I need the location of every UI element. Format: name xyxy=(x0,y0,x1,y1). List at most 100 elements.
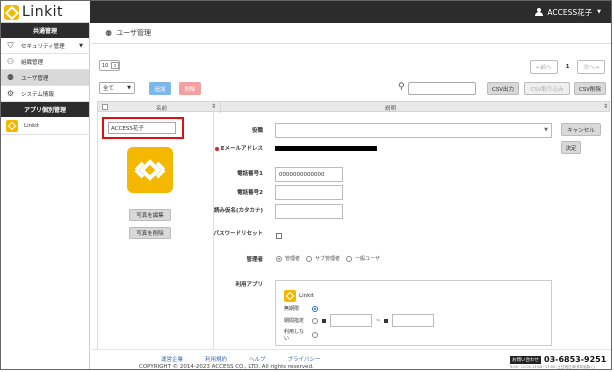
phone2-label: 電話番号2 xyxy=(237,190,263,196)
app-window: Linkit ACCESS花子 ▼ 共通管理 ⛉ セキュリティ管理 ▼ ⚇ 組織… xyxy=(0,0,612,370)
not-use-label: 利用しない xyxy=(284,329,305,342)
next-page-button[interactable]: 次へ→ xyxy=(577,60,605,74)
cancel-button[interactable]: キャンセル xyxy=(561,123,601,136)
contact-tag: お問い合わせ xyxy=(510,355,541,364)
unlimited-label: 無期限 xyxy=(284,306,300,312)
shield-icon: ⛉ xyxy=(7,41,14,50)
sort-icon[interactable]: ⇕ xyxy=(211,103,216,110)
admin-option-label: 管理者 xyxy=(285,256,301,262)
select-all-checkbox[interactable] xyxy=(102,104,108,110)
linkit-app-icon xyxy=(6,119,18,132)
linkit-logo-icon xyxy=(4,4,19,20)
period-radio[interactable] xyxy=(312,317,318,324)
user-photo xyxy=(127,147,173,193)
per-page-value: 10 xyxy=(102,62,109,69)
email-value-redacted xyxy=(275,146,377,151)
delete-photo-button[interactable]: 写真を削除 xyxy=(129,227,171,239)
user-menu[interactable]: ACCESS花子 ▼ xyxy=(535,1,601,23)
user-icon: ⚉ xyxy=(105,28,113,38)
top-header: Linkit ACCESS花子 ▼ xyxy=(1,1,611,23)
column-description[interactable]: 説明 xyxy=(385,104,396,112)
name-field-highlight: ACCESS花子 xyxy=(102,117,184,139)
sidebar-item-linkit[interactable]: Linkit xyxy=(1,117,89,135)
confirm-button[interactable]: 決定 xyxy=(561,141,581,154)
general-user-option-label: 一般ユーザ xyxy=(355,256,380,262)
system-icon: ⚙ xyxy=(6,89,15,98)
unlimited-radio[interactable] xyxy=(312,305,318,312)
not-use-radio[interactable] xyxy=(312,332,318,338)
footer-link-privacy[interactable]: プライバシー xyxy=(288,355,321,363)
footer-links: 運営企業 利用規約 ヘルプ プライバシー xyxy=(161,355,320,363)
role-select[interactable]: ▼ xyxy=(275,123,552,138)
filter-select[interactable]: 全て ▼ xyxy=(99,82,135,94)
phone1-label: 電話番号1 xyxy=(237,171,263,177)
kana-input[interactable] xyxy=(275,204,343,219)
period-row: 期間指定 ~ xyxy=(284,314,435,327)
kana-label: 読み仮名(カタカナ) xyxy=(213,208,263,214)
apps-label: 利用アプリ xyxy=(235,282,263,288)
footer-link-help[interactable]: ヘルプ xyxy=(249,355,266,363)
password-reset-checkbox[interactable] xyxy=(276,233,282,239)
csv-delete-button[interactable]: CSV削除 xyxy=(574,82,606,95)
linkit-logo-icon xyxy=(134,159,166,181)
per-page-select[interactable]: 10 ⇕ xyxy=(99,60,120,71)
calendar-icon xyxy=(322,318,326,323)
column-name[interactable]: 名前 xyxy=(156,104,167,112)
contact-info: お問い合わせ 03-6853-9251 xyxy=(510,355,606,364)
app-assignment-box: Linkit 無期限 期間指定 ~ 利用しない xyxy=(275,280,552,346)
email-label-text: Eメールアドレス xyxy=(220,146,263,152)
main-content: ⚉ ユーザ管理 10 ⇕ ←前へ 1 次へ→ 全て ▼ 追加 削除 ⚲ CSV出… xyxy=(91,23,611,369)
csv-import-button[interactable]: CSV取り込み xyxy=(524,82,570,95)
chevron-down-icon: ▼ xyxy=(544,127,548,133)
sidebar-item-label: ユーザ管理 xyxy=(21,75,49,82)
role-label: 役職 xyxy=(251,128,263,134)
admin-label: 管理者 xyxy=(246,257,263,263)
delete-button[interactable]: 削除 xyxy=(179,82,201,95)
sidebar-item-org[interactable]: ⚇ 組織管理 xyxy=(1,54,89,70)
edit-photo-button[interactable]: 写真を編集 xyxy=(129,209,171,221)
user-name: ACCESS花子 xyxy=(547,7,593,17)
end-date-input[interactable] xyxy=(392,314,435,327)
table-header: 名前 ⇕ 説明 ⇕ xyxy=(97,101,610,113)
footer-link-company[interactable]: 運営企業 xyxy=(161,355,183,363)
period-separator: ~ xyxy=(376,317,381,324)
org-icon: ⚇ xyxy=(6,57,15,66)
filter-select-value: 全て xyxy=(103,86,115,92)
contact-hours: 9:00~12:00 13:00~17:00 (土日祝日/年末年始除く) xyxy=(510,365,596,369)
search-input[interactable] xyxy=(408,82,476,95)
admin-radio[interactable] xyxy=(276,255,282,262)
not-use-row: 利用しない xyxy=(284,328,318,342)
prev-page-button[interactable]: ←前へ xyxy=(529,60,558,74)
sort-icon[interactable]: ⇕ xyxy=(603,103,608,110)
pager: ←前へ 1 次へ→ xyxy=(529,60,605,74)
linkit-app-icon xyxy=(284,290,296,302)
start-date-input[interactable] xyxy=(330,314,372,327)
footer: 運営企業 利用規約 ヘルプ プライバシー COPYRIGHT © 2014-20… xyxy=(91,349,611,370)
current-page: 1 xyxy=(565,64,570,70)
security-select-label: セキュリティ管理 xyxy=(21,43,65,50)
user-icon: ⚉ xyxy=(6,73,15,82)
page-title: ユーザ管理 xyxy=(116,29,152,37)
column-divider xyxy=(220,102,221,113)
sidebar-item-label: Linkit xyxy=(24,122,39,129)
sub-admin-radio[interactable] xyxy=(306,255,313,262)
sidebar-item-users[interactable]: ⚉ ユーザ管理 xyxy=(1,70,89,86)
sidebar-item-label: 組織管理 xyxy=(21,59,44,66)
name-input[interactable]: ACCESS花子 xyxy=(108,122,176,134)
copyright: COPYRIGHT © 2014-2023 ACCESS CO., LTD. A… xyxy=(139,364,314,370)
footer-link-terms[interactable]: 利用規約 xyxy=(205,355,227,363)
add-button[interactable]: 追加 xyxy=(149,82,171,95)
csv-export-button[interactable]: CSV出力 xyxy=(487,82,519,95)
general-user-radio[interactable] xyxy=(346,255,353,262)
phone2-input[interactable] xyxy=(275,185,343,200)
logo[interactable]: Linkit xyxy=(1,1,90,23)
password-reset-label: パスワードリセット xyxy=(213,231,263,237)
security-select[interactable]: ⛉ セキュリティ管理 ▼ xyxy=(1,38,89,54)
sidebar-item-system[interactable]: ⚙ システム情報 xyxy=(1,86,89,102)
stepper-icon: ⇕ xyxy=(111,62,119,69)
chevron-down-icon: ▼ xyxy=(79,42,83,49)
calendar-icon xyxy=(384,318,389,323)
contact-number: 03-6853-9251 xyxy=(544,355,607,364)
phone1-input[interactable]: 0000000000000 xyxy=(275,167,343,182)
chevron-down-icon: ▼ xyxy=(127,85,131,91)
